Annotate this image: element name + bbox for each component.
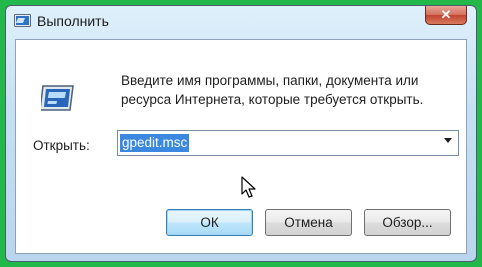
chevron-down-icon[interactable] — [444, 138, 452, 143]
ok-button[interactable]: ОК — [166, 209, 253, 236]
close-button[interactable]: ✕ — [425, 6, 467, 25]
dialog-description: Введите имя программы, папки, документа … — [121, 71, 423, 109]
mouse-cursor-icon — [241, 176, 259, 200]
title-bar[interactable]: Выполнить ✕ — [6, 6, 476, 36]
dialog-body: Введите имя программы, папки, документа … — [15, 39, 467, 254]
cancel-button[interactable]: Отмена — [265, 209, 352, 236]
close-icon: ✕ — [440, 7, 452, 22]
run-app-icon — [14, 13, 32, 29]
browse-button[interactable]: Обзор... — [364, 209, 451, 236]
open-combobox[interactable]: gpedit.msc — [117, 130, 459, 156]
open-input-value[interactable]: gpedit.msc — [120, 134, 190, 152]
run-dialog-window: Выполнить ✕ Введите имя программы, папки… — [5, 5, 477, 262]
open-label: Открыть: — [33, 138, 90, 153]
run-program-icon — [39, 80, 77, 116]
description-line-1: Введите имя программы, папки, документа … — [121, 73, 419, 88]
window-title: Выполнить — [37, 13, 109, 29]
description-line-2: ресурса Интернета, которые требуется отк… — [121, 92, 424, 107]
